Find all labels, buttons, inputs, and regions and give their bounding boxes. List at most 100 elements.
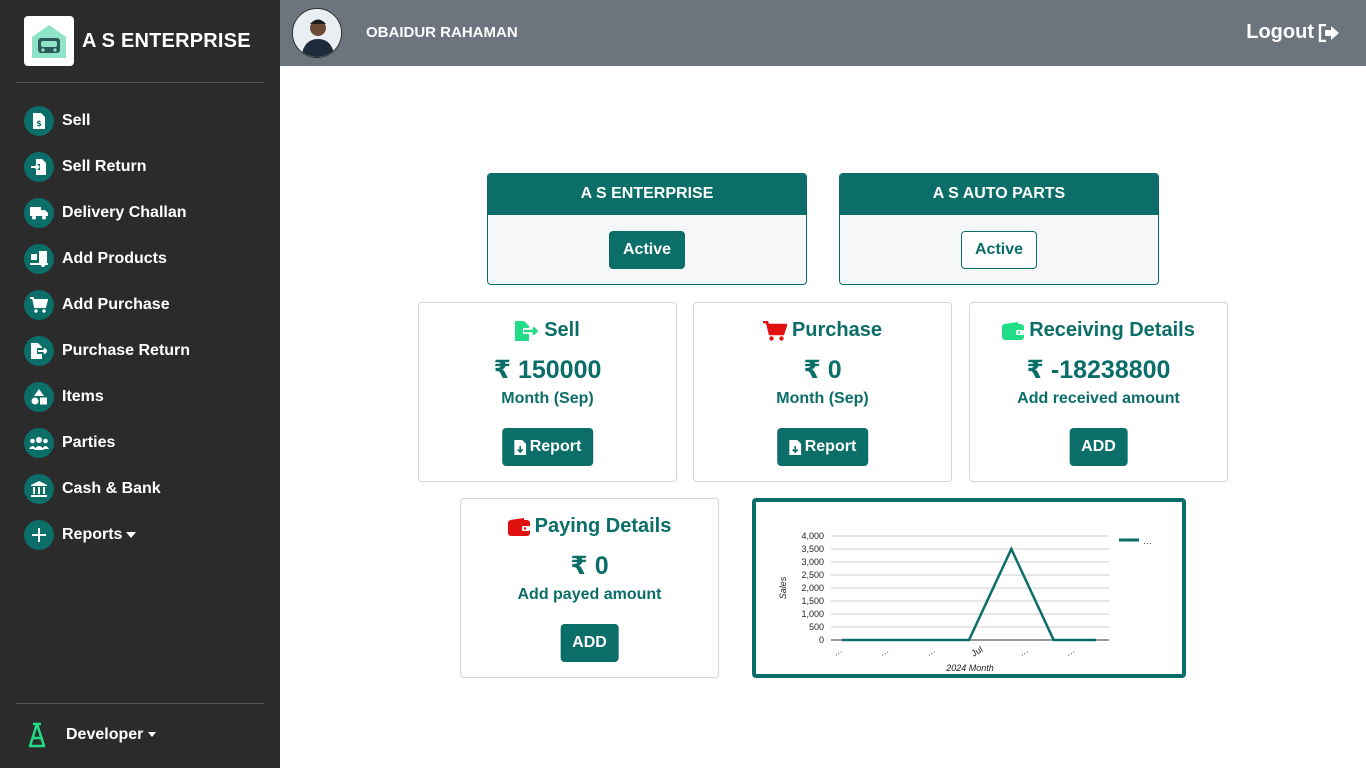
company-name: A S AUTO PARTS [840,173,1158,215]
company-card-enterprise: A S ENTERPRISE Active [487,173,807,285]
file-export-icon [515,320,539,341]
sidebar-item-reports[interactable]: Reports [24,520,190,550]
brand-logo [24,16,74,66]
sidebar-item-purchase-return[interactable]: Purchase Return [24,336,190,366]
shapes-icon [24,382,54,412]
paying-value: ₹ 0 [570,552,609,580]
purchase-period: Month (Sep) [776,390,869,407]
invoice-icon: $ [24,106,54,136]
sidebar-item-label: Delivery Challan [62,204,187,221]
purchase-report-button[interactable]: Report [776,428,869,466]
sidebar-item-label: Reports [62,526,137,544]
sell-report-button[interactable]: Report [501,428,594,466]
top-bar: OBAIDUR RAHAMAN Logout [280,0,1366,66]
sidebar-item-label: Parties [62,434,116,451]
paying-add-button[interactable]: ADD [560,624,619,662]
developer-label: Developer [66,726,157,744]
sidebar-item-cash-bank[interactable]: Cash & Bank [24,474,190,504]
caret-down-icon [148,732,157,738]
sidebar-item-label: Sell Return [62,158,147,175]
sidebar-item-label: Add Purchase [62,296,170,313]
users-icon [24,428,54,458]
brand[interactable]: A S ENTERPRISE [24,16,251,66]
paying-hint: Add payed amount [517,586,662,603]
chart-y-tick-label: 0 [819,635,824,645]
developer-logo-icon [28,722,46,748]
sidebar-divider [16,82,264,83]
sales-chart: 4,000 3,500 3,000 2,500 2,000 1,500 1,000 500 0 …… [752,498,1186,678]
chart-x-axis-title: 2024 Month [945,663,994,673]
logout-button[interactable]: Logout [1246,21,1340,44]
sell-period: Month (Sep) [501,390,594,407]
chart-y-tick-label: 1,000 [801,609,824,619]
cart-icon [24,290,54,320]
plus-icon [24,520,54,550]
receiving-hint: Add received amount [1017,390,1180,407]
receiving-value: ₹ -18238800 [1026,356,1171,384]
chart-legend-label: … [1143,536,1152,546]
sidebar-item-delivery-challan[interactable]: Delivery Challan [24,198,190,228]
truck-loading-icon [24,244,54,274]
sidebar-item-label: Items [62,388,104,405]
sidebar-item-label: Purchase Return [62,342,191,359]
sign-out-icon [1318,23,1339,42]
sell-value: ₹ 150000 [493,356,602,384]
company-status-button[interactable]: Active [608,231,686,269]
chart-y-tick-label: 2,000 [801,583,824,593]
sidebar-item-sell-return[interactable]: Sell Return [24,152,190,182]
sell-card: Sell ₹ 150000 Month (Sep) Report [418,302,677,482]
sales-line-chart: 4,000 3,500 3,000 2,500 2,000 1,500 1,000 500 0 …… [778,531,1152,673]
chart-series-line [842,546,1096,642]
chart-y-tick-label: 3,000 [801,557,824,567]
logout-label: Logout [1246,21,1314,43]
sidebar-nav: $ Sell Sell Return Delivery Challan Add … [24,106,190,566]
paying-card: Paying Details ₹ 0 Add payed amount ADD [460,498,719,678]
developer-menu[interactable]: Developer [24,722,157,748]
chart-y-tick-label: 1,500 [801,596,824,606]
file-import-icon [24,152,54,182]
paying-title: Paying Details [461,515,718,538]
svg-text:$: $ [36,119,42,128]
truck-icon [24,198,54,228]
company-status-button[interactable]: Active [960,231,1038,269]
sidebar-item-add-products[interactable]: Add Products [24,244,190,274]
avatar[interactable] [292,8,342,58]
chart-y-tick-label: 500 [809,622,824,632]
chart-y-tick-label: 3,500 [801,544,824,554]
wallet-icon [507,517,530,536]
chart-x-tick-label: Jul [970,644,985,658]
sidebar-item-label: Cash & Bank [62,480,161,497]
purchase-card: Purchase ₹ 0 Month (Sep) Report [693,302,952,482]
sidebar-item-parties[interactable]: Parties [24,428,190,458]
purchase-value: ₹ 0 [803,356,842,384]
garage-car-icon [32,25,66,58]
chart-x-tick-label: … [831,645,844,658]
sidebar-item-sell[interactable]: $ Sell [24,106,190,136]
bank-icon [24,474,54,504]
purchase-title: Purchase [694,319,951,342]
sidebar-item-label: Sell [62,112,91,129]
sidebar-item-items[interactable]: Items [24,382,190,412]
file-download-icon [513,439,526,455]
file-download-icon [788,439,801,455]
chart-x-tick-label: … [878,645,891,658]
receiving-card: Receiving Details ₹ -18238800 Add receiv… [969,302,1228,482]
cart-icon [762,320,787,341]
sidebar-item-label: Add Products [62,250,167,267]
chart-y-tick-label: 4,000 [801,531,824,541]
chart-y-tick-label: 2,500 [801,570,824,580]
wallet-icon [1002,321,1025,340]
chart-x-tick-label: … [1017,645,1030,658]
company-name: A S ENTERPRISE [488,173,806,215]
company-card-auto-parts: A S AUTO PARTS Active [839,173,1159,285]
sidebar-item-add-purchase[interactable]: Add Purchase [24,290,190,320]
chart-x-tick-label: … [924,645,937,658]
sidebar: A S ENTERPRISE $ Sell Sell Return Delive… [0,0,280,768]
receiving-title: Receiving Details [970,319,1227,342]
user-name: OBAIDUR RAHAMAN [366,24,518,41]
chart-x-tick-label: … [1064,645,1077,658]
chart-y-axis-title: Sales [778,576,788,599]
file-export-icon [24,336,54,366]
receiving-add-button[interactable]: ADD [1069,428,1128,466]
sidebar-divider [16,703,264,704]
